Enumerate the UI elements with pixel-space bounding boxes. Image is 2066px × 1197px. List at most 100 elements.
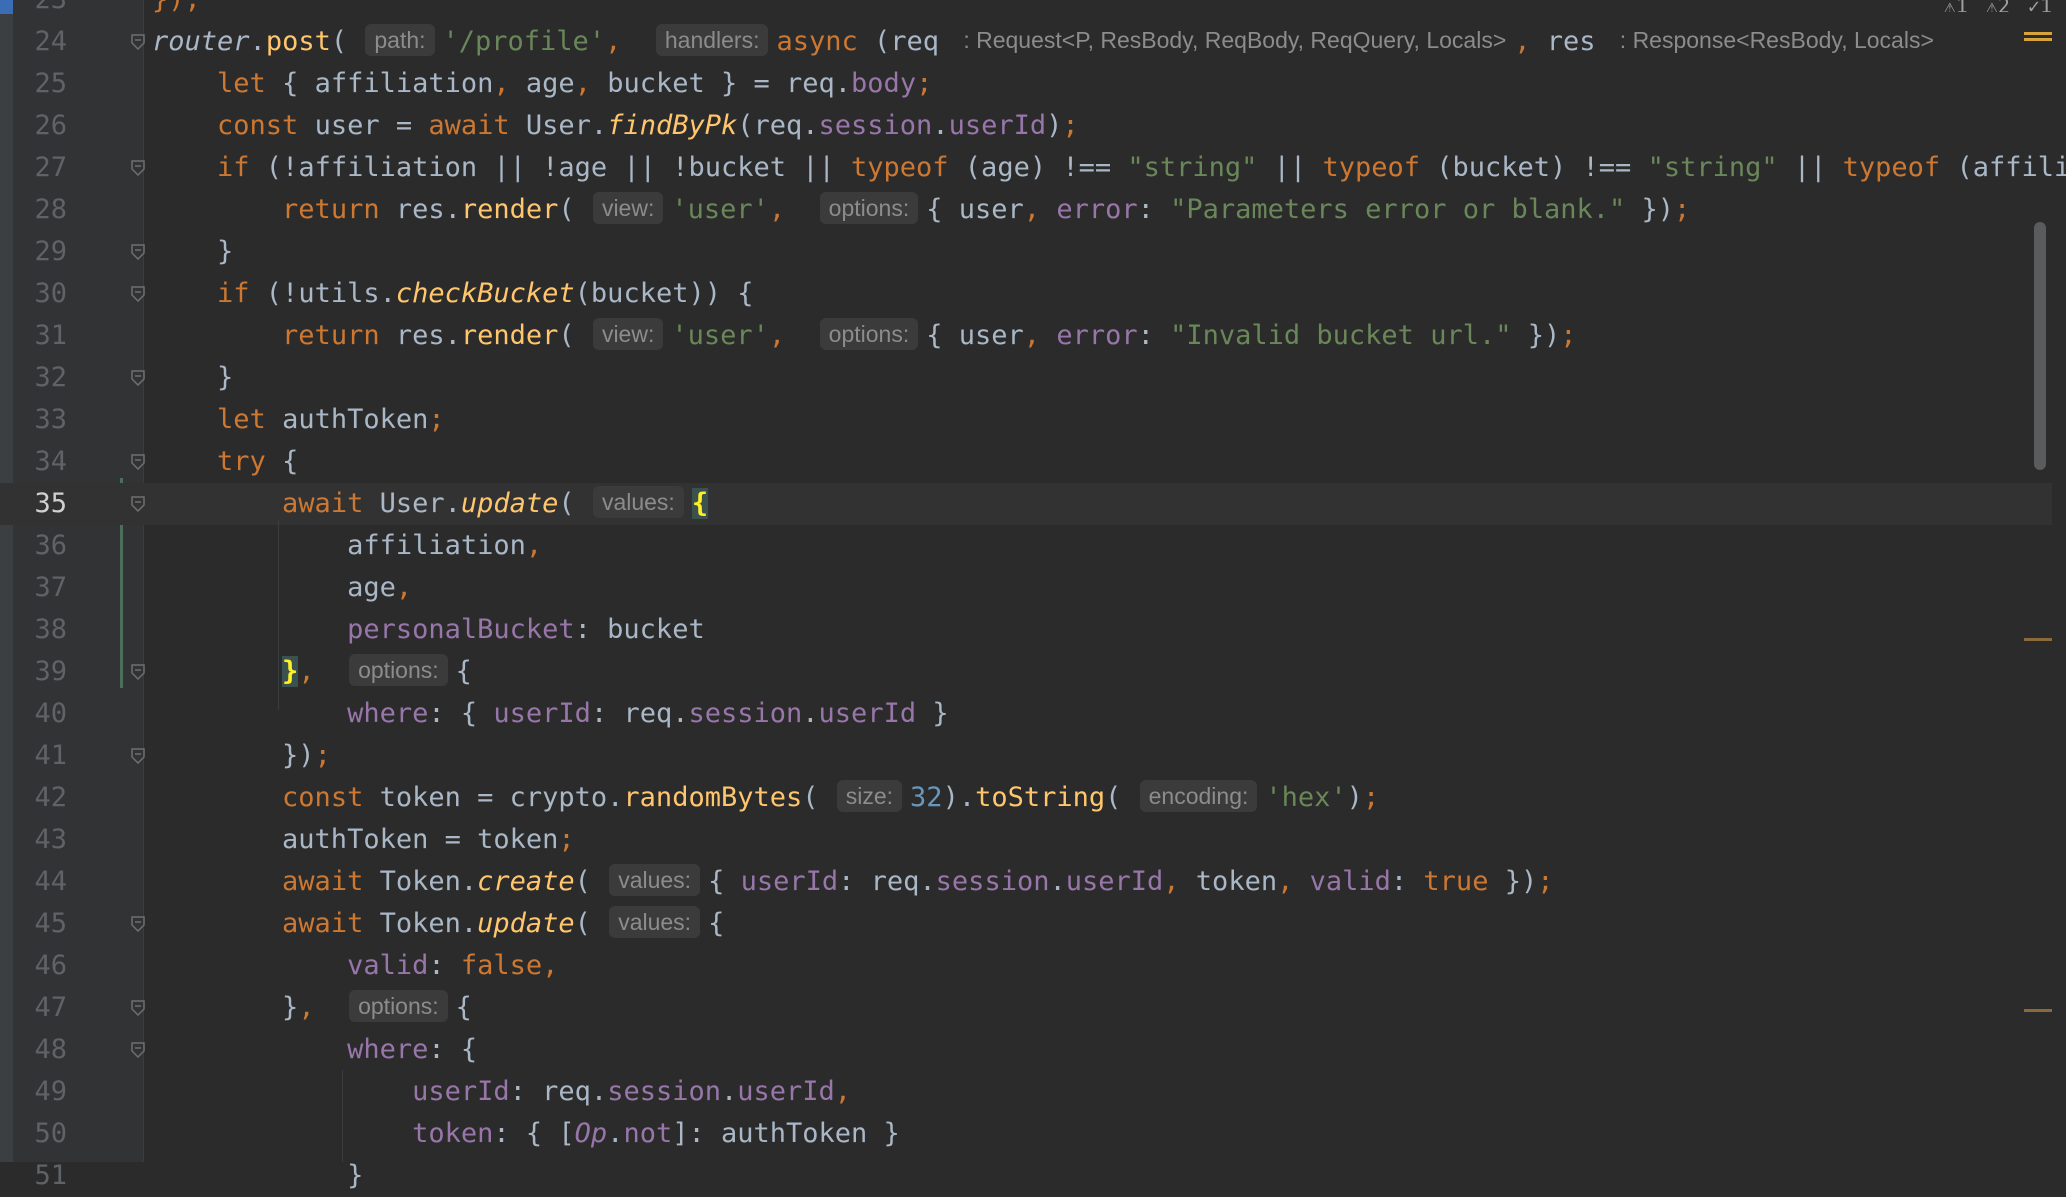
code-text[interactable]: }, options:{ — [152, 987, 472, 1029]
code-line[interactable]: 51 } — [0, 1155, 2052, 1197]
line-number[interactable]: 31 — [13, 315, 67, 357]
line-number[interactable]: 29 — [13, 231, 67, 273]
code-line[interactable]: 45 await Token.update( values:{ — [0, 903, 2052, 945]
code-text[interactable]: token: { [Op.not]: authToken } — [152, 1113, 900, 1155]
line-number[interactable]: 35 — [13, 483, 67, 525]
fold-icon[interactable] — [131, 370, 145, 386]
line-number[interactable]: 24 — [13, 21, 67, 63]
line-number[interactable]: 41 — [13, 735, 67, 777]
code-line[interactable]: 49 userId: req.session.userId, — [0, 1071, 2052, 1113]
fold-icon[interactable] — [131, 286, 145, 302]
code-text[interactable]: return res.render( view:'user', options:… — [152, 315, 1577, 357]
code-line[interactable]: 24 router.post( path: '/profile', handlers… — [0, 21, 2052, 63]
line-number[interactable]: 44 — [13, 861, 67, 903]
code-line[interactable]: 28 return res.render( view:'user', optio… — [0, 189, 2052, 231]
code-text[interactable]: authToken = token; — [152, 819, 575, 861]
code-line[interactable]: 46 valid: false, — [0, 945, 2052, 987]
code-text[interactable]: }, options:{ — [152, 651, 472, 693]
code-line[interactable]: 42 const token = crypto.randomBytes( siz… — [0, 777, 2052, 819]
inspection-widget[interactable]: ⚠1 ⚠2 ✓1 — [1944, 0, 2052, 12]
code-line[interactable]: 25 let { affiliation, age, bucket } = re… — [0, 63, 2052, 105]
line-number[interactable]: 23 — [13, 0, 67, 21]
code-text[interactable]: } — [152, 231, 233, 273]
code-text[interactable]: let authToken; — [152, 399, 445, 441]
code-line[interactable]: 35 await User.update( values:{ — [0, 483, 2052, 525]
line-number[interactable]: 26 — [13, 105, 67, 147]
line-number[interactable]: 32 — [13, 357, 67, 399]
code-line[interactable]: 34 try { — [0, 441, 2052, 483]
line-number[interactable]: 34 — [13, 441, 67, 483]
code-line[interactable]: 44 await Token.create( values:{ userId: … — [0, 861, 2052, 903]
code-text[interactable]: await User.update( values:{ — [152, 483, 709, 525]
line-number[interactable]: 51 — [13, 1155, 67, 1197]
code-text[interactable]: personalBucket: bucket — [152, 609, 705, 651]
code-text[interactable]: where: { — [152, 1029, 477, 1071]
fold-icon[interactable] — [131, 748, 145, 764]
code-text[interactable]: const token = crypto.randomBytes( size: 3… — [152, 777, 1379, 819]
code-line[interactable]: 26 const user = await User.findByPk(req.… — [0, 105, 2052, 147]
fold-icon[interactable] — [131, 664, 145, 680]
fold-icon[interactable] — [131, 454, 145, 470]
code-line[interactable]: 48 where: { — [0, 1029, 2052, 1071]
code-text[interactable]: } — [152, 357, 233, 399]
line-number[interactable]: 50 — [13, 1113, 67, 1155]
line-number[interactable]: 37 — [13, 567, 67, 609]
code-line[interactable]: 38 personalBucket: bucket — [0, 609, 2052, 651]
line-number[interactable]: 36 — [13, 525, 67, 567]
line-number[interactable]: 46 — [13, 945, 67, 987]
code-line[interactable]: 40 where: { userId: req.session.userId } — [0, 693, 2052, 735]
code-line[interactable]: 32 } — [0, 357, 2052, 399]
fold-icon[interactable] — [131, 496, 145, 512]
vertical-scrollbar[interactable] — [2034, 222, 2046, 470]
fold-icon[interactable] — [131, 916, 145, 932]
line-number[interactable]: 39 — [13, 651, 67, 693]
line-number[interactable]: 30 — [13, 273, 67, 315]
code-line[interactable]: 39 }, options:{ — [0, 651, 2052, 693]
line-number[interactable]: 45 — [13, 903, 67, 945]
line-number[interactable]: 42 — [13, 777, 67, 819]
code-line[interactable]: 43 authToken = token; — [0, 819, 2052, 861]
code-editor[interactable]: 23});24router.post( path:'/profile', han… — [0, 0, 2066, 1191]
fold-icon[interactable] — [131, 244, 145, 260]
code-line[interactable]: 50 token: { [Op.not]: authToken } — [0, 1113, 2052, 1155]
code-text[interactable]: userId: req.session.userId, — [152, 1071, 851, 1113]
line-number[interactable]: 49 — [13, 1071, 67, 1113]
line-number[interactable]: 25 — [13, 63, 67, 105]
code-line[interactable]: 27 if (!affiliation || !age || !bucket |… — [0, 147, 2066, 189]
line-number[interactable]: 43 — [13, 819, 67, 861]
error-stripe-menu-icon[interactable] — [2024, 32, 2052, 44]
code-text[interactable]: }); — [152, 735, 331, 777]
line-number[interactable]: 28 — [13, 189, 67, 231]
code-line[interactable]: 31 return res.render( view:'user', optio… — [0, 315, 2052, 357]
code-text[interactable]: affiliation, — [152, 525, 542, 567]
code-line[interactable]: 33 let authToken; — [0, 399, 2052, 441]
line-number[interactable]: 38 — [13, 609, 67, 651]
code-text[interactable]: return res.render( view:'user', options:… — [152, 189, 1690, 231]
code-line[interactable]: 47 }, options:{ — [0, 987, 2052, 1029]
code-line[interactable]: 29 } — [0, 231, 2052, 273]
fold-icon[interactable] — [131, 1000, 145, 1016]
code-text[interactable]: where: { userId: req.session.userId } — [152, 693, 949, 735]
error-stripe-marker[interactable] — [2024, 638, 2052, 641]
line-number[interactable]: 27 — [13, 147, 67, 189]
code-line[interactable]: 41 }); — [0, 735, 2052, 777]
line-number[interactable]: 33 — [13, 399, 67, 441]
code-text[interactable]: valid: false, — [152, 945, 558, 987]
code-text[interactable]: const user = await User.findByPk(req.ses… — [152, 105, 1079, 147]
fold-icon[interactable] — [131, 1042, 145, 1058]
code-text[interactable]: if (!affiliation || !age || !bucket || t… — [152, 147, 2066, 189]
error-stripe-marker[interactable] — [2024, 1009, 2052, 1012]
line-number[interactable]: 48 — [13, 1029, 67, 1071]
code-text[interactable]: router.post( path: '/profile', handlers: a… — [152, 21, 1942, 63]
line-number[interactable]: 40 — [13, 693, 67, 735]
code-text[interactable]: let { affiliation, age, bucket } = req.b… — [152, 63, 932, 105]
code-text[interactable]: try { — [152, 441, 298, 483]
fold-icon[interactable] — [131, 34, 145, 50]
line-number[interactable]: 47 — [13, 987, 67, 1029]
code-line[interactable]: 37 age, — [0, 567, 2052, 609]
code-line[interactable]: 23}); — [0, 0, 2052, 21]
code-line[interactable]: 36 affiliation, — [0, 525, 2052, 567]
code-text[interactable]: await Token.create( values:{ userId: req… — [152, 861, 1554, 903]
fold-icon[interactable] — [131, 160, 145, 176]
code-text[interactable]: if (!utils.checkBucket(bucket)) { — [152, 273, 753, 315]
